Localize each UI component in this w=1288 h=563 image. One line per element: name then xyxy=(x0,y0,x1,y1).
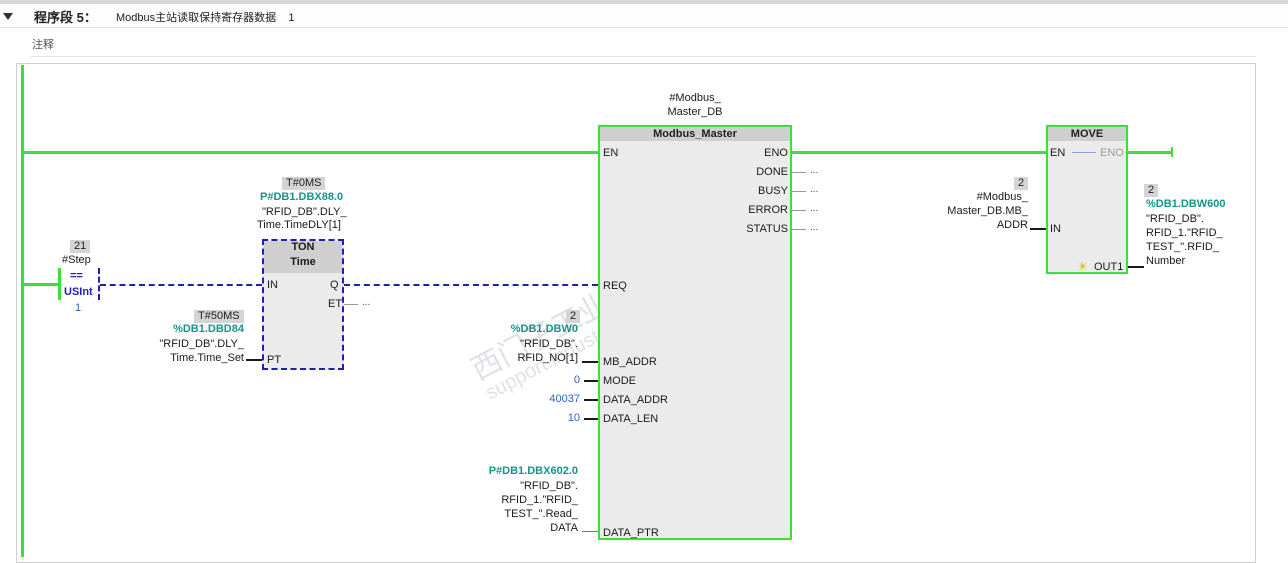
wire-ton-q-to-req xyxy=(344,284,598,286)
move-in-name-line3: ADDR xyxy=(996,219,1028,231)
modbus-pin-status: STATUS xyxy=(746,223,788,235)
ton-et-stub xyxy=(344,304,358,305)
comment-divider xyxy=(30,56,1256,57)
move-out-name-line4: Number xyxy=(1146,255,1186,267)
ton-pt-address[interactable]: %DB1.DBD84 xyxy=(160,323,244,335)
modbus-pin-busy: BUSY xyxy=(758,185,788,197)
segment-comment[interactable]: 注释 xyxy=(32,36,54,52)
modbus-pin-req: REQ xyxy=(603,280,627,292)
move-out-name-line2: RFID_1."RFID_ xyxy=(1146,227,1223,239)
mode-value[interactable]: 0 xyxy=(520,374,580,386)
mb-addr-name-line1: "RFID_DB". xyxy=(520,338,578,350)
move-out-marker-icon: ✳ xyxy=(1078,261,1088,273)
ton-et-output[interactable]: ... xyxy=(362,297,370,308)
move-pin-eno: ENO xyxy=(1100,147,1124,159)
segment-number: 1 xyxy=(288,12,295,24)
data-ptr-wire xyxy=(582,531,598,532)
compare-operator: == xyxy=(70,270,83,282)
ton-pin-q: Q xyxy=(330,279,339,291)
eno-to-move-wire xyxy=(792,151,1048,154)
ton-title: TON xyxy=(291,241,315,253)
ton-pt-name-line1: "RFID_DB".DLY_ xyxy=(159,338,244,350)
move-eno-wire xyxy=(1128,151,1172,154)
move-out-name-line1: "RFID_DB". xyxy=(1146,213,1204,225)
ton-db-name-line1: "RFID_DB".DLY_ xyxy=(262,206,347,218)
modbus-pin-eno: ENO xyxy=(764,147,788,159)
compare-contact-left xyxy=(58,268,61,300)
move-pin-in: IN xyxy=(1050,223,1061,235)
collapse-toggle-icon[interactable] xyxy=(3,13,13,20)
ton-pt-name-line2: Time.Time_Set xyxy=(170,352,244,364)
modbus-pin-error: ERROR xyxy=(748,204,788,216)
modbus-pin-done: DONE xyxy=(756,166,788,178)
data-len-wire xyxy=(584,418,598,420)
data-ptr-address[interactable]: P#DB1.DBX602.0 xyxy=(460,465,578,477)
power-flow-en-wire xyxy=(22,151,600,154)
ton-init-value: T#0MS xyxy=(282,177,326,190)
power-flow-compare-wire xyxy=(22,283,60,286)
error-stub xyxy=(792,210,806,211)
data-ptr-name-line1: "RFID_DB". xyxy=(520,480,578,492)
data-ptr-name-line3: TEST_".Read_ xyxy=(504,508,578,520)
modbus-header: Modbus_Master xyxy=(600,127,790,141)
move-in-value: 2 xyxy=(1014,177,1029,190)
modbus-pin-data-addr: DATA_ADDR xyxy=(603,394,668,406)
move-internal-line xyxy=(1072,152,1096,153)
move-in-name-line2: Master_DB.MB_ xyxy=(947,205,1028,217)
modbus-pin-mode: MODE xyxy=(603,375,636,387)
segment-description-text: Modbus主站读取保持寄存器数据 xyxy=(116,12,277,24)
ton-pt-wire xyxy=(246,359,262,361)
status-stub xyxy=(792,229,806,230)
busy-stub xyxy=(792,191,806,192)
data-ptr-name-line2: RFID_1."RFID_ xyxy=(501,494,578,506)
ton-pin-et: ET xyxy=(328,298,343,310)
move-out-name-line3: TEST_".RFID_ xyxy=(1146,241,1219,253)
compare-constant[interactable]: 1 xyxy=(75,302,81,314)
data-addr-wire xyxy=(584,399,598,401)
data-addr-value[interactable]: 40037 xyxy=(520,393,580,405)
modbus-pin-data-ptr: DATA_PTR xyxy=(603,527,659,539)
mb-addr-name-line2: RFID_NO[1] xyxy=(517,352,578,364)
ton-db-address[interactable]: P#DB1.DBX88.0 xyxy=(260,191,343,203)
segment-description[interactable]: Modbus主站读取保持寄存器数据 1 xyxy=(116,9,295,25)
modbus-instance-line2: Master_DB xyxy=(667,106,723,118)
done-output[interactable]: ... xyxy=(810,165,818,176)
status-output[interactable]: ... xyxy=(810,222,818,233)
move-header: MOVE xyxy=(1048,127,1126,141)
move-out-value: 2 xyxy=(1144,184,1159,197)
power-rail xyxy=(21,65,24,557)
mb-addr-value: 2 xyxy=(566,310,581,323)
move-pin-out: OUT1 xyxy=(1094,261,1124,273)
compare-type[interactable]: USInt xyxy=(64,286,93,298)
error-output[interactable]: ... xyxy=(810,203,818,214)
compare-operand[interactable]: #Step xyxy=(62,254,91,266)
ton-pin-in: IN xyxy=(267,279,278,291)
compare-value-tag: 21 xyxy=(70,240,91,253)
segment-title: 程序段 5： xyxy=(34,10,97,25)
move-in-name-line1[interactable]: #Modbus_ xyxy=(910,191,1028,203)
modbus-pin-data-len: DATA_LEN xyxy=(603,413,659,425)
ton-subtitle: Time xyxy=(290,256,316,268)
mb-addr-address[interactable]: %DB1.DBW0 xyxy=(480,323,578,335)
ton-pt-value: T#50MS xyxy=(194,310,244,323)
move-out-wire xyxy=(1128,266,1144,268)
data-ptr-name-line4: DATA xyxy=(550,522,578,534)
modbus-pin-mb-addr: MB_ADDR xyxy=(603,356,657,368)
ton-db-name-line2: Time.TimeDLY[1] xyxy=(257,219,341,231)
modbus-instance-line1[interactable]: #Modbus_ xyxy=(598,92,792,104)
done-stub xyxy=(792,172,806,173)
busy-output[interactable]: ... xyxy=(810,184,818,195)
wire-compare-to-ton xyxy=(100,284,262,286)
move-eno-end xyxy=(1171,147,1173,157)
move-pin-en: EN xyxy=(1050,147,1066,159)
mode-wire xyxy=(584,380,598,382)
move-in-wire xyxy=(1030,228,1046,230)
move-out-address[interactable]: %DB1.DBW600 xyxy=(1146,198,1225,210)
header-divider xyxy=(0,27,1288,28)
ton-pin-pt: PT xyxy=(267,354,282,366)
modbus-pin-en: EN xyxy=(603,147,619,159)
data-len-value[interactable]: 10 xyxy=(520,412,580,424)
mb-addr-wire xyxy=(582,361,598,363)
